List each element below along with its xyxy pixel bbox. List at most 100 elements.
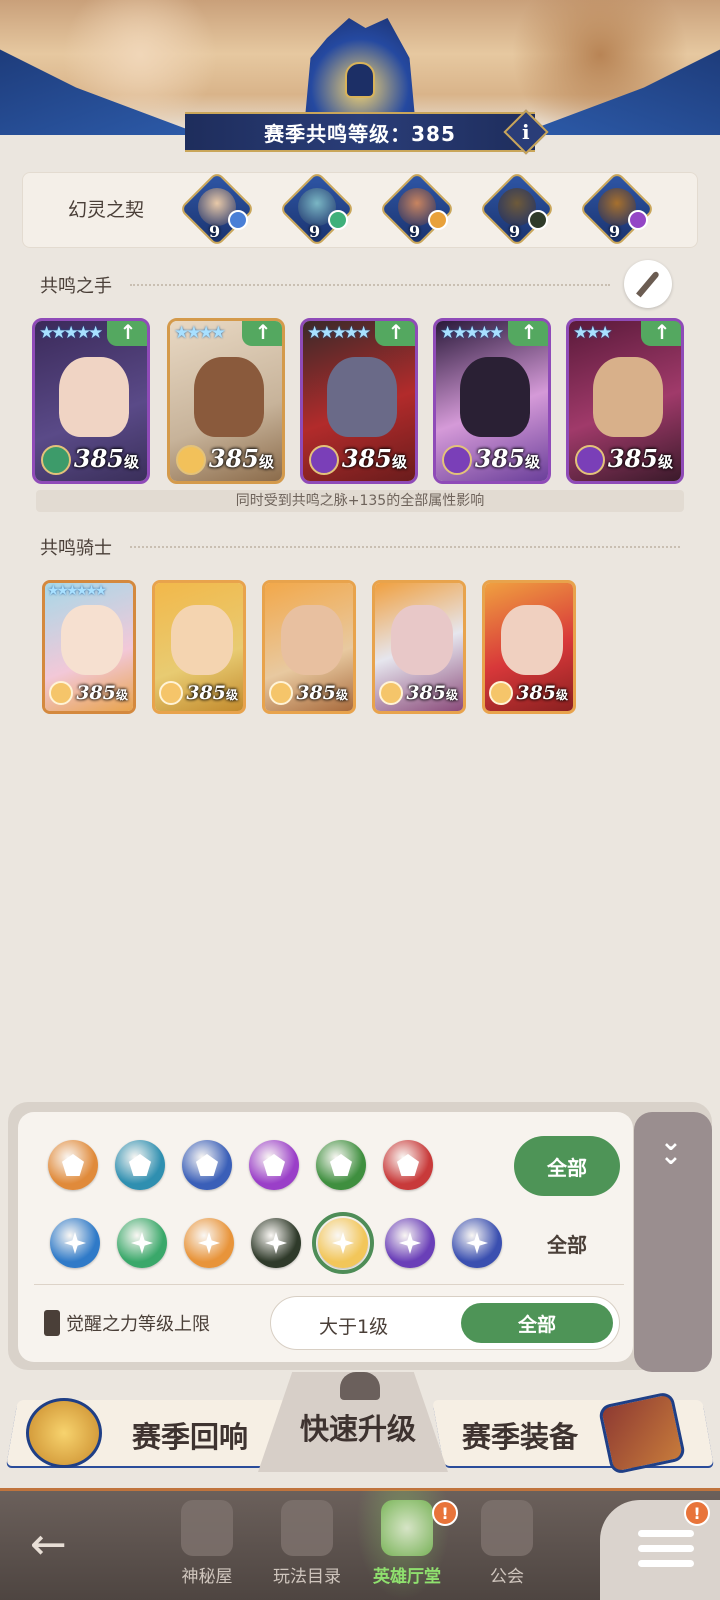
edit-button[interactable] (624, 260, 672, 308)
star-faction-icon[interactable] (50, 1218, 100, 1268)
faction-badge-icon (628, 210, 648, 230)
knight-face (61, 605, 123, 675)
light-faction-icon (49, 681, 73, 705)
hero-level-unit: 级 (524, 453, 540, 471)
upgrade-arrow-icon[interactable]: ↑ (641, 321, 681, 346)
knight-card[interactable]: ★★★★★★ 385级 (42, 580, 136, 714)
upgrade-arrow-icon[interactable]: ↑ (107, 321, 147, 346)
contract-orb[interactable]: 9 (378, 170, 456, 248)
nav-icon (481, 1500, 533, 1556)
orb-level: 9 (309, 222, 321, 241)
knight-level-number: 385 (406, 682, 446, 704)
back-arrow-icon[interactable]: ← (30, 1520, 90, 1570)
section-title-hands: 共鸣之手 (40, 276, 112, 297)
hero-card[interactable]: ★★★★ ↑ 385级 (167, 318, 285, 484)
faction-all-button[interactable]: 全部 (514, 1218, 620, 1268)
light-faction-icon[interactable] (312, 1212, 374, 1274)
dark-faction-icon[interactable] (385, 1218, 435, 1268)
bow-class-icon[interactable] (182, 1140, 232, 1190)
hero-level-unit: 级 (258, 453, 274, 471)
menu-icon (638, 1530, 694, 1575)
knight-card[interactable]: 385级 (262, 580, 356, 714)
divider (130, 546, 680, 548)
hero-level-number: 385 (73, 444, 124, 473)
nav-label: 英雄厅堂 (373, 1567, 441, 1587)
dagger-class-icon[interactable] (316, 1140, 366, 1190)
knight-card[interactable]: 385级 (482, 580, 576, 714)
faction-icon (309, 445, 339, 475)
chevron-down-icon: ⌄ ⌄ (660, 1127, 682, 1171)
knight-level: 385级 (76, 682, 128, 704)
contract-orb[interactable]: 9 (278, 170, 356, 248)
knight-level-unit: 级 (115, 688, 128, 702)
star-rating: ★★★ (573, 323, 613, 343)
knight-level-unit: 级 (225, 688, 238, 702)
hero-card[interactable]: ★★★★★ ↑ 385级 (32, 318, 150, 484)
awake-level-selector[interactable]: 大于1级 全部 (270, 1296, 620, 1350)
faction-icon (176, 445, 206, 475)
hero-level-unit: 级 (123, 453, 139, 471)
star-rating: ★★★★★★ (47, 583, 107, 599)
upgrade-arrow-icon[interactable]: ↑ (508, 321, 548, 346)
hero-card[interactable]: ★★★ ↑ 385级 (566, 318, 684, 484)
nav-label: 玩法目录 (273, 1567, 341, 1587)
alert-badge: ! (432, 1500, 458, 1526)
hero-level-unit: 级 (657, 453, 673, 471)
upgrade-arrow-icon[interactable]: ↑ (242, 321, 282, 346)
glyph (263, 1154, 285, 1176)
light-faction-icon (269, 681, 293, 705)
magic-class-icon[interactable] (249, 1140, 299, 1190)
hero-level: 385级 (608, 444, 673, 473)
knight-level-unit: 级 (445, 688, 458, 702)
eye-faction-icon[interactable] (251, 1218, 301, 1268)
contract-orb[interactable]: 9 (478, 170, 556, 248)
knight-card[interactable]: 385级 (372, 580, 466, 714)
nav-item[interactable]: 玩法目录 (262, 1500, 352, 1600)
orb-level: 9 (509, 222, 521, 241)
leaf-faction-icon[interactable] (117, 1218, 167, 1268)
knight-level-number: 385 (516, 682, 556, 704)
season-level-label: 赛季共鸣等级：385 (264, 121, 456, 146)
nav-label: 公会 (490, 1567, 524, 1587)
shield-class-icon[interactable] (48, 1140, 98, 1190)
knight-level-number: 385 (296, 682, 336, 704)
glyph (198, 1232, 220, 1254)
wing-class-icon[interactable] (115, 1140, 165, 1190)
light-faction-icon (159, 681, 183, 705)
upgrade-arrow-icon[interactable]: ↑ (375, 321, 415, 346)
sword-class-icon[interactable] (383, 1140, 433, 1190)
nav-item[interactable]: 公会 (462, 1500, 552, 1600)
season-echo-label: 赛季回响 (132, 1420, 249, 1454)
nav-item[interactable]: 神秘屋 (162, 1500, 252, 1600)
awake-value[interactable]: 大于1级 (319, 1312, 388, 1339)
orb-level: 9 (409, 222, 421, 241)
class-all-button[interactable]: 全部 (514, 1136, 620, 1196)
hero-face (327, 357, 397, 437)
knight-level-unit: 级 (335, 688, 348, 702)
glyph (131, 1232, 153, 1254)
knight-face (281, 605, 343, 675)
hero-card[interactable]: ★★★★★ ↑ 385级 (433, 318, 551, 484)
hero-level: 385级 (74, 444, 139, 473)
light-faction-icon (379, 681, 403, 705)
nav-icon (381, 1500, 433, 1556)
divider (130, 284, 610, 286)
faction-badge-icon (528, 210, 548, 230)
hero-level-number: 385 (208, 444, 259, 473)
hero-card[interactable]: ★★★★★ ↑ 385级 (300, 318, 418, 484)
knight-level: 385级 (516, 682, 568, 704)
sun-faction-icon[interactable] (184, 1218, 234, 1268)
helmet-icon (340, 1372, 380, 1400)
contract-orb[interactable]: 9 (178, 170, 256, 248)
cosmic-faction-icon[interactable] (452, 1218, 502, 1268)
contract-orb[interactable]: 9 (578, 170, 656, 248)
knight-face (171, 605, 233, 675)
awake-limit-label-group: 觉醒之力等级上限 (44, 1310, 210, 1336)
awake-all-button[interactable]: 全部 (461, 1303, 613, 1343)
star-rating: ★★★★★ (307, 323, 371, 343)
faction-badge-icon (328, 210, 348, 230)
knight-card[interactable]: 385级 (152, 580, 246, 714)
glyph (64, 1232, 86, 1254)
nav-icon (181, 1500, 233, 1556)
knight-level: 385级 (296, 682, 348, 704)
